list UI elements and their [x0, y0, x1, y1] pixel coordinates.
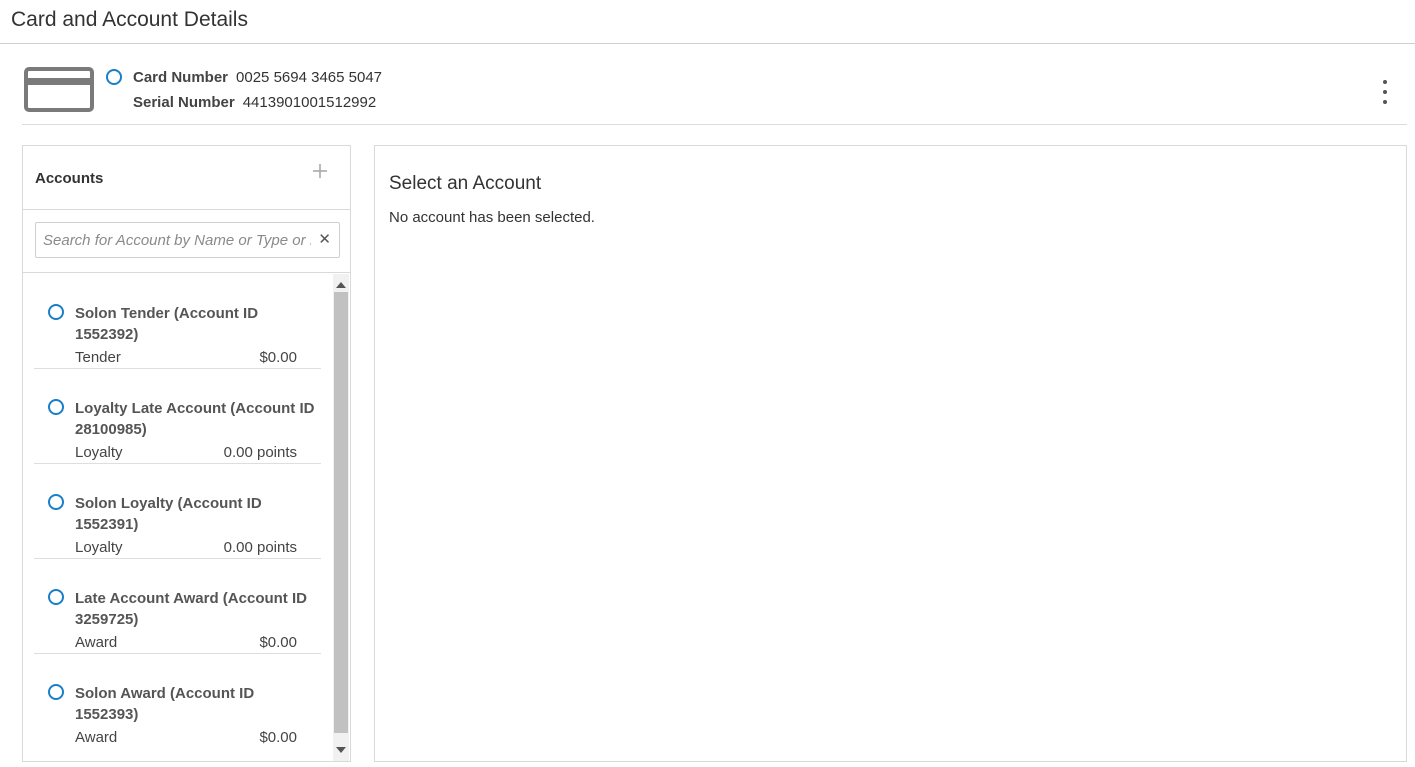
status-ring-icon: [48, 399, 64, 415]
account-search-area: ✕: [23, 210, 350, 273]
list-item[interactable]: Solon Loyalty (Account ID 1552391) Loyal…: [34, 464, 321, 559]
serial-number-label: Serial Number: [133, 94, 235, 111]
account-type: Award: [75, 634, 118, 651]
detail-message: No account has been selected.: [389, 209, 595, 226]
account-balance: 0.00 points: [223, 444, 297, 461]
account-search-input[interactable]: [36, 223, 311, 257]
list-item[interactable]: Loyalty Late Account (Account ID 2810098…: [34, 369, 321, 464]
list-item[interactable]: Solon Tender (Account ID 1552392) Tender…: [34, 274, 321, 369]
close-icon[interactable]: ✕: [318, 231, 331, 249]
card-header: Card Number 0025 5694 3465 5047 Serial Nu…: [22, 44, 1407, 125]
account-search-box: ✕: [35, 222, 340, 258]
status-ring-icon: [48, 304, 64, 320]
scroll-up-icon[interactable]: [336, 282, 346, 288]
card-number-row: Card Number 0025 5694 3465 5047: [133, 69, 382, 86]
scrollbar-thumb[interactable]: [334, 292, 348, 733]
accounts-title: Accounts: [35, 170, 104, 187]
account-type: Award: [75, 729, 118, 746]
account-detail-panel: Select an Account No account has been se…: [374, 145, 1407, 762]
account-name: Late Account Award (Account ID 3259725): [75, 590, 307, 628]
accounts-scrollbar[interactable]: [333, 274, 349, 761]
status-ring-icon: [48, 589, 64, 605]
status-ring-icon: [48, 494, 64, 510]
account-type: Loyalty: [75, 444, 123, 461]
account-balance: $0.00: [259, 634, 297, 651]
account-balance: $0.00: [259, 729, 297, 746]
kebab-menu-icon[interactable]: [1375, 80, 1395, 104]
card-status-icon: [106, 69, 122, 85]
account-name: Solon Loyalty (Account ID 1552391): [75, 495, 262, 533]
account-type: Tender: [75, 349, 121, 366]
credit-card-icon: [24, 67, 94, 112]
card-number-label: Card Number: [133, 69, 229, 86]
account-name: Solon Tender (Account ID 1552392): [75, 305, 259, 343]
account-type: Loyalty: [75, 539, 123, 556]
list-item[interactable]: Late Account Award (Account ID 3259725) …: [34, 559, 321, 654]
accounts-list-area: Solon Tender (Account ID 1552392) Tender…: [23, 274, 350, 761]
plus-icon: [313, 164, 327, 178]
card-number-value: 0025 5694 3465 5047: [236, 69, 383, 86]
accounts-list: Solon Tender (Account ID 1552392) Tender…: [34, 274, 321, 749]
detail-title: Select an Account: [389, 173, 542, 194]
page-title: Card and Account Details: [11, 8, 248, 31]
serial-number-value: 4413901001512992: [242, 94, 377, 111]
status-ring-icon: [48, 684, 64, 700]
accounts-panel: Accounts ✕ Solon Tender (Account ID 1552…: [22, 145, 351, 762]
list-item[interactable]: Solon Award (Account ID 1552393) Award $…: [34, 654, 321, 749]
scroll-down-icon[interactable]: [336, 747, 346, 753]
serial-number-row: Serial Number 4413901001512992: [133, 94, 376, 111]
account-balance: $0.00: [259, 349, 297, 366]
account-balance: 0.00 points: [223, 539, 297, 556]
account-name: Loyalty Late Account (Account ID 2810098…: [75, 400, 315, 438]
accounts-panel-header: Accounts: [23, 146, 350, 210]
add-account-button[interactable]: [310, 162, 330, 184]
account-name: Solon Award (Account ID 1552393): [75, 685, 255, 723]
